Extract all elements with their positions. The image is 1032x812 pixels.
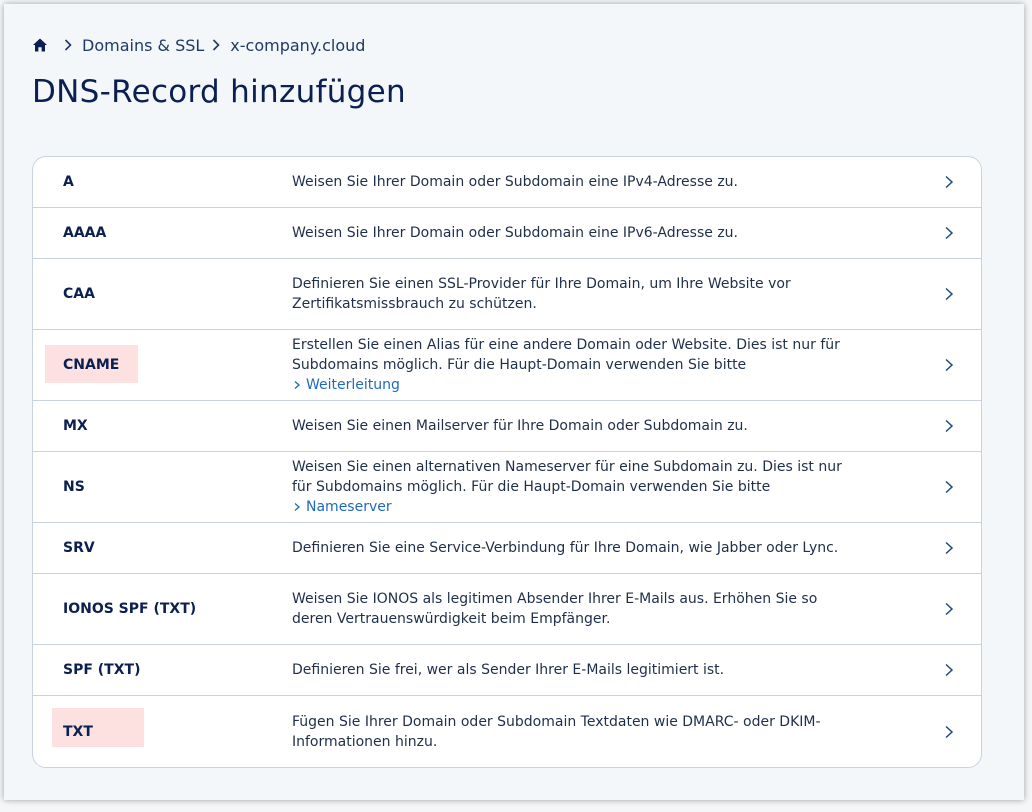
chevron-right-icon	[945, 419, 954, 433]
record-row-caa[interactable]: CAA Definieren Sie einen SSL-Provider fü…	[33, 259, 981, 330]
nameserver-link[interactable]: Nameserver	[292, 499, 392, 515]
chevron-right-icon	[213, 39, 220, 51]
record-type-label: NS	[63, 479, 85, 495]
record-row-spf[interactable]: SPF (TXT) Definieren Sie frei, wer als S…	[33, 645, 981, 696]
record-row-srv[interactable]: SRV Definieren Sie eine Service-Verbindu…	[33, 523, 981, 574]
record-description: Weisen Sie einen alternativen Nameserver…	[292, 457, 852, 517]
dns-record-type-list: A Weisen Sie Ihrer Domain oder Subdomain…	[32, 156, 982, 768]
record-type-label: SRV	[63, 540, 95, 556]
chevron-right-icon	[945, 725, 954, 738]
record-type-label: MX	[63, 418, 88, 434]
record-description: Definieren Sie frei, wer als Sender Ihre…	[292, 662, 725, 678]
record-type-label: IONOS SPF (TXT)	[63, 601, 197, 617]
record-description-text: Weisen Sie einen alternativen Nameserver…	[292, 459, 842, 495]
breadcrumb-domain[interactable]: x-company.cloud	[230, 36, 365, 55]
chevron-right-icon	[945, 358, 954, 372]
record-type-label: TXT	[63, 723, 93, 740]
record-row-cname[interactable]: CNAME Erstellen Sie einen Alias für eine…	[33, 330, 981, 401]
record-row-mx[interactable]: MX Weisen Sie einen Mailserver für Ihre …	[33, 401, 981, 452]
record-description: Weisen Sie Ihrer Domain oder Subdomain e…	[292, 225, 738, 241]
chevron-right-icon	[945, 541, 954, 555]
record-type-label: CAA	[63, 286, 95, 302]
record-type-label: SPF (TXT)	[63, 662, 141, 678]
record-row-aaaa[interactable]: AAAA Weisen Sie Ihrer Domain oder Subdom…	[33, 208, 981, 259]
record-description: Definieren Sie eine Service-Verbindung f…	[292, 540, 839, 556]
home-icon[interactable]	[32, 37, 48, 53]
breadcrumb-domains-ssl[interactable]: Domains & SSL	[82, 36, 204, 55]
chevron-right-icon	[64, 39, 72, 51]
record-row-ns[interactable]: NS Weisen Sie einen alternativen Nameser…	[33, 452, 981, 523]
chevron-right-icon	[945, 480, 954, 494]
record-row-txt[interactable]: TXT Fügen Sie Ihrer Domain oder Subdomai…	[33, 696, 981, 767]
record-description: Weisen Sie einen Mailserver für Ihre Dom…	[292, 418, 748, 434]
record-description-text: Erstellen Sie einen Alias für eine ander…	[292, 337, 840, 373]
chevron-right-icon	[945, 175, 954, 189]
record-description: Erstellen Sie einen Alias für eine ander…	[292, 335, 852, 395]
record-description: Weisen Sie IONOS als legitimen Absender …	[292, 591, 818, 627]
page-frame: Domains & SSL x-company.cloud DNS-Record…	[4, 4, 1024, 800]
chevron-right-icon	[294, 503, 300, 511]
chevron-right-icon	[294, 381, 300, 389]
chevron-right-icon	[945, 602, 954, 616]
page-title: DNS-Record hinzufügen	[32, 74, 406, 110]
chevron-right-icon	[945, 663, 954, 677]
record-description: Definieren Sie einen SSL-Provider für Ih…	[292, 276, 791, 312]
record-row-a[interactable]: A Weisen Sie Ihrer Domain oder Subdomain…	[33, 157, 981, 208]
record-type-label: CNAME	[63, 357, 120, 373]
record-row-ionos-spf[interactable]: IONOS SPF (TXT) Weisen Sie IONOS als leg…	[33, 574, 981, 645]
record-type-label: A	[63, 174, 74, 190]
weiterleitung-link[interactable]: Weiterleitung	[292, 377, 400, 393]
nameserver-link-label: Nameserver	[306, 499, 392, 515]
chevron-right-icon	[945, 226, 954, 240]
record-type-label: AAAA	[63, 225, 107, 241]
weiterleitung-link-label: Weiterleitung	[306, 377, 400, 393]
breadcrumb: Domains & SSL x-company.cloud	[32, 34, 365, 56]
record-description: Fügen Sie Ihrer Domain oder Subdomain Te…	[292, 713, 821, 750]
chevron-right-icon	[945, 287, 954, 301]
record-description: Weisen Sie Ihrer Domain oder Subdomain e…	[292, 174, 738, 190]
